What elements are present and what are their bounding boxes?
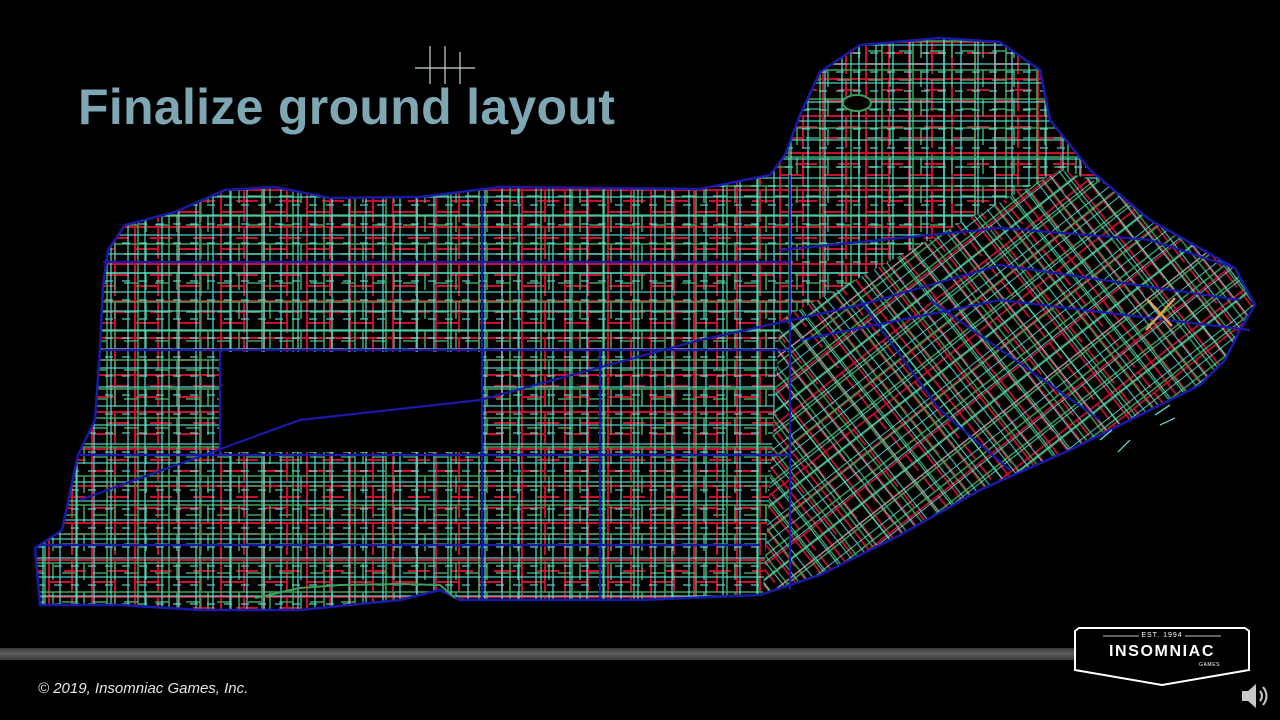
footer-divider-bar — [0, 648, 1080, 660]
slide-title: Finalize ground layout — [78, 79, 616, 135]
logo-sub-text: GAMES — [1199, 662, 1221, 668]
insomniac-games-logo: EST. 1994 INSOMNIAC GAMES — [1073, 625, 1251, 687]
copyright-text: © 2019, Insomniac Games, Inc. — [38, 680, 249, 697]
logo-est-text: EST. 1994 — [1141, 632, 1183, 639]
speaker-icon[interactable] — [1238, 680, 1272, 712]
logo-name-text: INSOMNIAC — [1109, 643, 1215, 660]
